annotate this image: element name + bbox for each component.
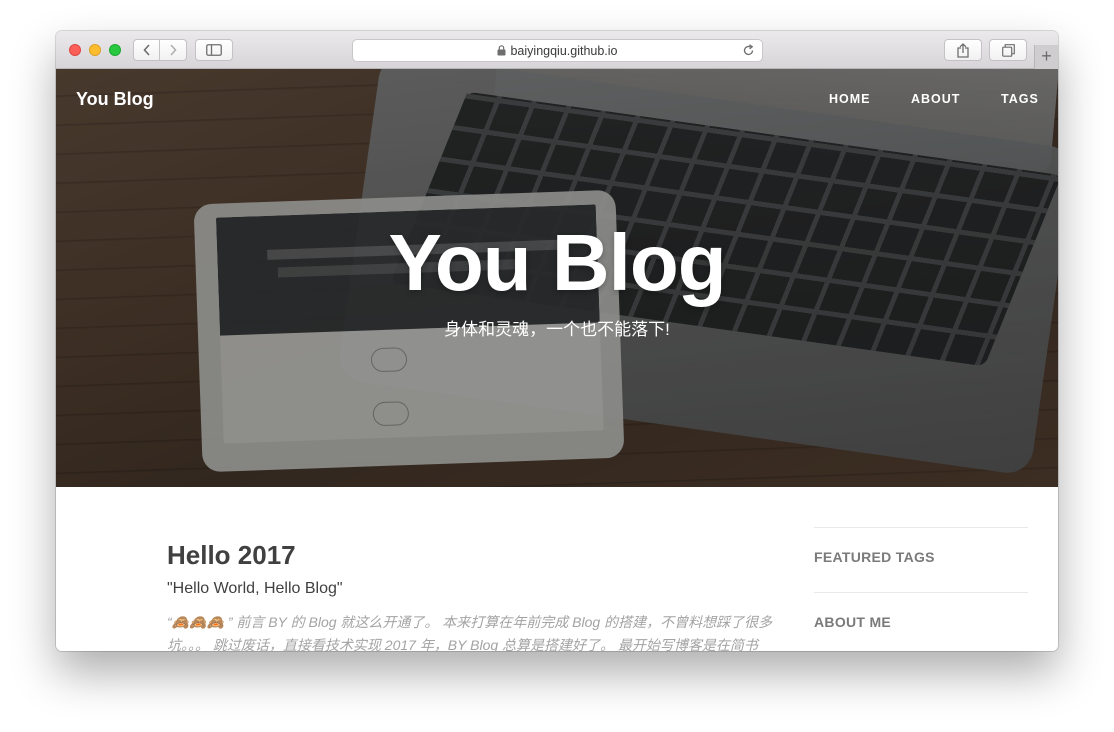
address-bar[interactable]: baiyingqiu.github.io — [352, 39, 763, 62]
post-excerpt[interactable]: “🙈🙈🙈 ” 前言 BY 的 Blog 就这么开通了。 本来打算在年前完成 Bl… — [167, 611, 787, 651]
back-button[interactable] — [133, 39, 160, 61]
sidebar-divider — [814, 527, 1028, 528]
hero-title: You Blog — [388, 218, 726, 307]
address-url: baiyingqiu.github.io — [510, 44, 618, 58]
reload-icon[interactable] — [742, 44, 755, 57]
history-nav-group — [133, 39, 187, 61]
browser-toolbar: baiyingqiu.github.io + — [56, 31, 1058, 69]
sidebar-icon — [206, 44, 222, 56]
show-tabs-button[interactable] — [989, 39, 1027, 61]
nav-link-home[interactable]: HOME — [829, 92, 871, 106]
zoom-window-button[interactable] — [109, 44, 121, 56]
featured-tags-heading: FEATURED TAGS — [814, 549, 935, 565]
about-me-heading: ABOUT ME — [814, 614, 892, 630]
nav-link-tags[interactable]: TAGS — [1001, 92, 1039, 106]
hero-header: You Blog 身体和灵魂，一个也不能落下! — [56, 69, 1058, 487]
forward-icon — [170, 44, 177, 56]
back-icon — [142, 44, 150, 56]
tabs-icon — [1001, 43, 1015, 57]
lock-icon — [497, 45, 506, 56]
address-url-container: baiyingqiu.github.io — [353, 44, 762, 58]
plus-icon: + — [1041, 46, 1052, 66]
site-navbar: You Blog HOME ABOUT TAGS — [56, 69, 1058, 131]
close-window-button[interactable] — [69, 44, 81, 56]
minimize-window-button[interactable] — [89, 44, 101, 56]
main-content: Hello 2017 "Hello World, Hello Blog" “🙈🙈… — [56, 487, 1058, 651]
post-subtitle[interactable]: "Hello World, Hello Blog" — [167, 580, 343, 598]
post-title-link[interactable]: Hello 2017 — [167, 540, 296, 571]
sidebar-toggle-button[interactable] — [195, 39, 233, 61]
share-icon — [957, 42, 969, 58]
forward-button[interactable] — [160, 39, 187, 61]
browser-window: baiyingqiu.github.io + You Blog 身体和灵魂，一个… — [56, 31, 1058, 651]
hero-subtitle: 身体和灵魂，一个也不能落下! — [444, 320, 670, 339]
share-button[interactable] — [944, 39, 982, 61]
navbar-brand[interactable]: You Blog — [76, 89, 154, 110]
nav-link-about[interactable]: ABOUT — [911, 92, 960, 106]
new-tab-button[interactable]: + — [1034, 45, 1058, 69]
sidebar-divider — [814, 592, 1028, 593]
